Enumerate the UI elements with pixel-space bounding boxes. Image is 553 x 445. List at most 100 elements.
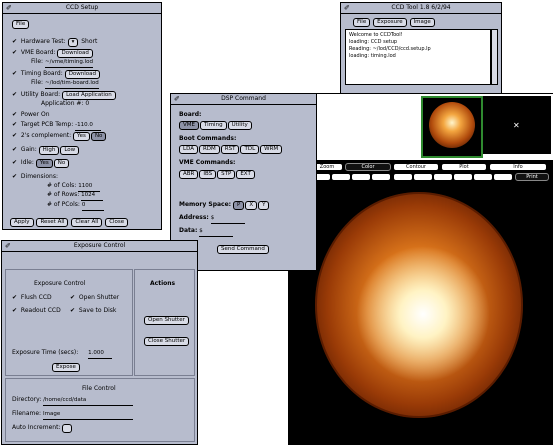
gain-high[interactable]: High bbox=[38, 146, 60, 155]
close-button[interactable]: Close bbox=[105, 218, 129, 227]
ccd-setup-titlebar[interactable]: ✐ CCD Setup bbox=[3, 3, 161, 14]
open-shutter-button[interactable]: Open Shutter bbox=[144, 316, 189, 325]
pcols-label: # of PCols: bbox=[47, 201, 80, 208]
checkmark-icon[interactable]: ✔ bbox=[12, 48, 19, 57]
checkmark-icon[interactable]: ✔ bbox=[70, 293, 77, 302]
tool-button[interactable] bbox=[433, 173, 453, 181]
save-to-disk-label: Save to Disk bbox=[78, 307, 117, 314]
tool-button[interactable] bbox=[351, 173, 371, 181]
boot-lda[interactable]: LDA bbox=[179, 145, 198, 154]
hardware-test-value: Short bbox=[81, 38, 98, 45]
memory-x[interactable]: X bbox=[245, 201, 258, 210]
idle-yes[interactable]: Yes bbox=[35, 159, 53, 168]
memory-space-label: Memory Space: bbox=[179, 201, 232, 208]
pcols-field[interactable]: 0 bbox=[81, 201, 104, 211]
dsp-command-titlebar[interactable]: ✐ DSP Command bbox=[171, 94, 316, 105]
memory-p[interactable]: P bbox=[233, 201, 245, 210]
board-vme[interactable]: VME bbox=[179, 121, 199, 130]
hardware-test-label: Hardware Test: bbox=[20, 38, 66, 45]
target-temp-field[interactable]: -110.0 bbox=[75, 121, 102, 131]
twos-complement-yes[interactable]: Yes bbox=[73, 132, 90, 141]
checkmark-icon[interactable]: ✔ bbox=[12, 69, 19, 78]
checkmark-icon[interactable]: ✔ bbox=[12, 306, 19, 315]
checkmark-icon[interactable]: ✔ bbox=[70, 306, 77, 315]
tool-button[interactable] bbox=[473, 173, 493, 181]
tool-button[interactable] bbox=[413, 173, 433, 181]
thumbnail-frame[interactable] bbox=[421, 96, 483, 158]
expose-button[interactable]: Expose bbox=[52, 363, 80, 372]
address-field[interactable]: $ bbox=[210, 214, 245, 224]
ccd-tool-titlebar[interactable]: ✐ CCD Tool 1.8 6/2/94 bbox=[341, 3, 501, 14]
board-timing[interactable]: Timing bbox=[199, 121, 227, 130]
vme-stp[interactable]: STP bbox=[217, 170, 236, 179]
pan-panel[interactable]: ✕ bbox=[483, 96, 551, 154]
application-value[interactable]: 0 bbox=[85, 100, 89, 107]
checkmark-icon[interactable]: ✔ bbox=[12, 145, 19, 154]
boot-rdm[interactable]: RDM bbox=[198, 145, 220, 154]
close-shutter-button[interactable]: Close Shutter bbox=[144, 337, 190, 346]
tool-file-menu[interactable]: File bbox=[353, 18, 371, 27]
boot-wrm[interactable]: WRM bbox=[260, 145, 283, 154]
tool-button[interactable] bbox=[371, 173, 391, 181]
log-scrollbar[interactable] bbox=[491, 29, 498, 85]
pushpin-icon[interactable]: ✐ bbox=[5, 241, 11, 251]
data-field[interactable]: $ bbox=[199, 227, 234, 237]
hardware-test-toggle[interactable]: ▾ bbox=[67, 38, 79, 47]
plot-button[interactable]: Plot bbox=[441, 163, 487, 171]
dimensions-label: Dimensions: bbox=[20, 173, 58, 180]
clear-all-button[interactable]: Clear All bbox=[71, 218, 103, 227]
exposure-time-field[interactable]: 1.000 bbox=[88, 349, 113, 359]
checkmark-icon[interactable]: ✔ bbox=[12, 90, 19, 99]
power-on-label: Power On bbox=[20, 111, 50, 118]
auto-increment-checkbox[interactable] bbox=[62, 424, 73, 433]
tool-image-menu[interactable]: Image bbox=[409, 18, 435, 27]
pushpin-icon[interactable]: ✐ bbox=[174, 94, 180, 104]
data-label: Data: bbox=[179, 227, 198, 234]
color-button[interactable]: Color bbox=[345, 163, 391, 171]
exposure-group-title: Exposure Control bbox=[34, 280, 86, 287]
log-panel[interactable]: Welcome to CCDTool! loading: CCD setup R… bbox=[345, 29, 491, 85]
vme-file-field[interactable]: ~/vme/timing.lod bbox=[44, 58, 93, 68]
exposure-control-titlebar[interactable]: ✐ Exposure Control bbox=[2, 241, 197, 252]
twos-complement-no[interactable]: No bbox=[90, 132, 107, 141]
checkmark-icon[interactable]: ✔ bbox=[12, 293, 19, 302]
timing-file-field[interactable]: ~/lod/tim-board.lod bbox=[44, 79, 99, 89]
gain-label: Gain: bbox=[20, 146, 37, 153]
contour-button[interactable]: Contour bbox=[393, 163, 439, 171]
board-utility[interactable]: Utility bbox=[227, 121, 252, 130]
reset-all-button[interactable]: Reset All bbox=[36, 218, 69, 227]
checkmark-icon[interactable]: ✔ bbox=[12, 37, 19, 46]
print-button[interactable]: Print bbox=[515, 173, 549, 181]
pushpin-icon[interactable]: ✐ bbox=[344, 3, 350, 13]
gain-low[interactable]: Low bbox=[60, 146, 80, 155]
info-button[interactable]: Info bbox=[489, 163, 547, 171]
vme-abr[interactable]: ABR bbox=[179, 170, 199, 179]
checkmark-icon[interactable]: ✔ bbox=[12, 158, 19, 167]
checkmark-icon[interactable]: ✔ bbox=[12, 172, 19, 181]
checkmark-icon[interactable]: ✔ bbox=[12, 110, 19, 119]
idle-no[interactable]: No bbox=[53, 159, 70, 168]
auto-increment-label: Auto Increment: bbox=[12, 424, 61, 431]
tool-button[interactable] bbox=[493, 173, 513, 181]
checkmark-icon[interactable]: ✔ bbox=[12, 131, 19, 140]
tool-button[interactable] bbox=[331, 173, 351, 181]
ccd-image[interactable] bbox=[315, 192, 523, 418]
filename-field[interactable]: Image bbox=[43, 410, 133, 420]
send-command-button[interactable]: Send Command bbox=[217, 245, 269, 254]
boot-tdl[interactable]: TDL bbox=[240, 145, 260, 154]
checkmark-icon[interactable]: ✔ bbox=[12, 120, 19, 129]
directory-field[interactable]: /home/ccd/data bbox=[43, 396, 134, 406]
crosshair-icon: ✕ bbox=[513, 121, 520, 130]
vme-ibs[interactable]: IBS bbox=[199, 170, 217, 179]
tool-exposure-menu[interactable]: Exposure bbox=[373, 18, 407, 27]
pushpin-icon[interactable]: ✐ bbox=[6, 3, 12, 13]
vme-ext[interactable]: EXT bbox=[236, 170, 255, 179]
tool-button[interactable] bbox=[453, 173, 473, 181]
memory-y[interactable]: Y bbox=[258, 201, 270, 210]
boot-rst[interactable]: RST bbox=[220, 145, 240, 154]
readout-ccd-label: Readout CCD bbox=[20, 307, 61, 314]
file-menu-button[interactable]: File bbox=[12, 20, 30, 29]
apply-button[interactable]: Apply bbox=[10, 218, 34, 227]
tool-button[interactable] bbox=[393, 173, 413, 181]
open-shutter-label: Open Shutter bbox=[78, 294, 120, 301]
